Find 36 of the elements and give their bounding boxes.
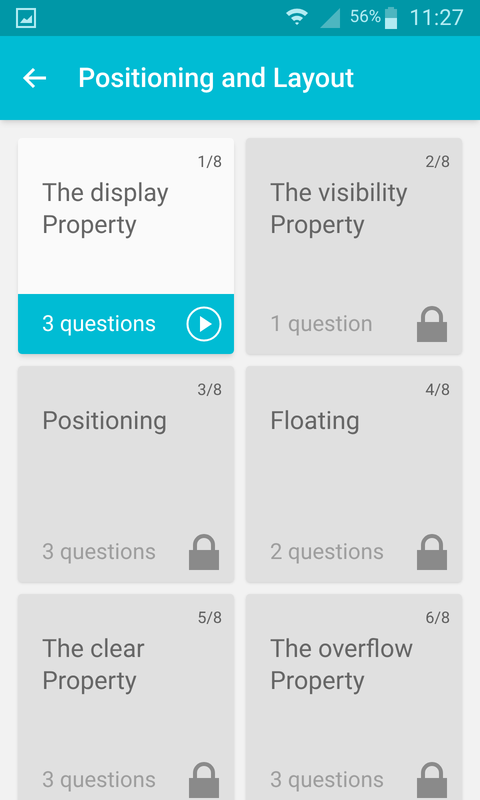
question-count: 3 questions	[42, 766, 156, 794]
lesson-counter: 6/8	[425, 607, 450, 629]
lesson-card[interactable]: 4/8 Floating 2 questions	[246, 366, 462, 582]
lesson-title: The clear Property	[42, 634, 146, 698]
play-icon	[186, 306, 222, 342]
lesson-card[interactable]: 3/8 Positioning 3 questions	[18, 366, 234, 582]
clock: 11:27	[409, 4, 464, 32]
screen-title: Positioning and Layout	[78, 60, 354, 96]
battery-percent: 56%	[350, 6, 382, 30]
lesson-card[interactable]: 5/8 The clear Property 3 questions	[18, 594, 234, 800]
lock-icon	[414, 534, 450, 570]
lesson-title: The visibility Property	[270, 178, 409, 242]
lesson-counter: 4/8	[425, 379, 450, 401]
question-count: 3 questions	[42, 310, 156, 338]
picture-icon	[16, 8, 36, 28]
lock-icon	[414, 762, 450, 798]
question-count: 2 questions	[270, 538, 384, 566]
question-count: 1 question	[270, 310, 373, 338]
signal-icon	[318, 6, 342, 30]
lock-icon	[186, 534, 222, 570]
question-count: 3 questions	[270, 766, 384, 794]
lesson-title: The display Property	[42, 178, 170, 242]
battery-icon	[385, 7, 398, 29]
lesson-card[interactable]: 6/8 The overflow Property 3 questions	[246, 594, 462, 800]
lesson-title: Positioning	[42, 406, 168, 438]
lesson-card[interactable]: 2/8 The visibility Property 1 question	[246, 138, 462, 354]
lesson-card[interactable]: 1/8 The display Property 3 questions	[18, 138, 234, 354]
lesson-counter: 2/8	[425, 151, 450, 173]
lock-icon	[414, 306, 450, 342]
lesson-counter: 5/8	[197, 607, 222, 629]
lock-icon	[186, 762, 222, 798]
question-count: 3 questions	[42, 538, 156, 566]
lesson-title: Floating	[270, 406, 361, 438]
lesson-counter: 1/8	[197, 151, 222, 173]
lesson-counter: 3/8	[197, 379, 222, 401]
lesson-title: The overflow Property	[270, 634, 414, 698]
